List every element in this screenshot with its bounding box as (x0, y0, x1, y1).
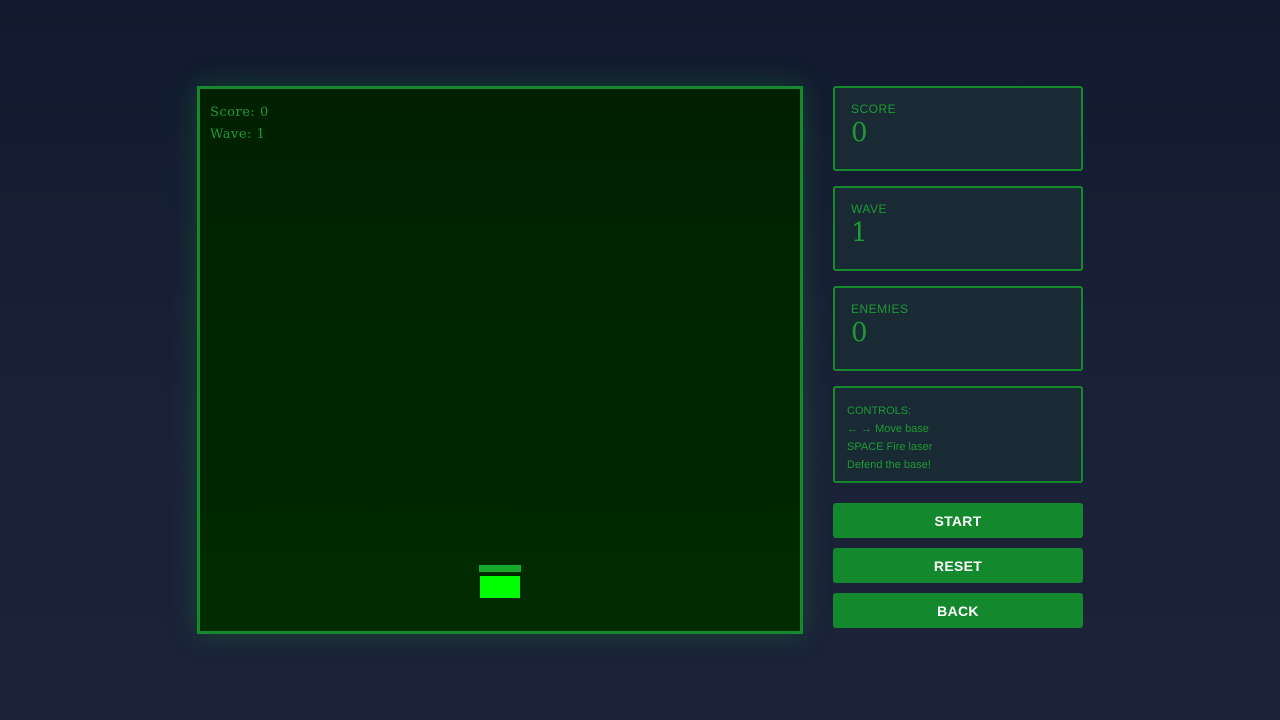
controls-title: CONTROLS: (847, 405, 912, 417)
wave-card: WAVE 1 (833, 186, 1083, 271)
enemies-card-value: 0 (851, 318, 868, 348)
back-button[interactable]: BACK (833, 593, 1083, 628)
start-button[interactable]: START (833, 503, 1083, 538)
controls-move-line: ← → Move base (847, 423, 929, 435)
hud-wave-label: Wave (210, 127, 257, 142)
player-base (480, 576, 520, 598)
player-turret (479, 565, 521, 572)
controls-defend-line: Defend the base! (847, 459, 931, 471)
enemies-card: ENEMIES 0 (833, 286, 1083, 371)
score-card-label: SCORE (851, 102, 897, 116)
wave-card-label: WAVE (851, 202, 888, 216)
side-panel: SCORE 0 WAVE 1 ENEMIES 0 CONTROLS: ← → M… (833, 86, 1083, 638)
hud-score-label: Score (210, 105, 260, 120)
hud-score: Score0 (210, 105, 269, 120)
hud-wave: Wave1 (210, 127, 265, 142)
game-canvas[interactable]: Score0 Wave1 (197, 86, 803, 634)
reset-button[interactable]: RESET (833, 548, 1083, 583)
controls-fire-line: SPACE Fire laser (847, 441, 933, 453)
score-card: SCORE 0 (833, 86, 1083, 171)
wave-card-value: 1 (851, 218, 868, 248)
hud-wave-value: 1 (256, 127, 266, 142)
hud-score-value: 0 (259, 105, 269, 120)
controls-card: CONTROLS: ← → Move base SPACE Fire laser… (833, 386, 1083, 483)
enemies-card-label: ENEMIES (851, 302, 909, 316)
score-card-value: 0 (851, 118, 868, 148)
